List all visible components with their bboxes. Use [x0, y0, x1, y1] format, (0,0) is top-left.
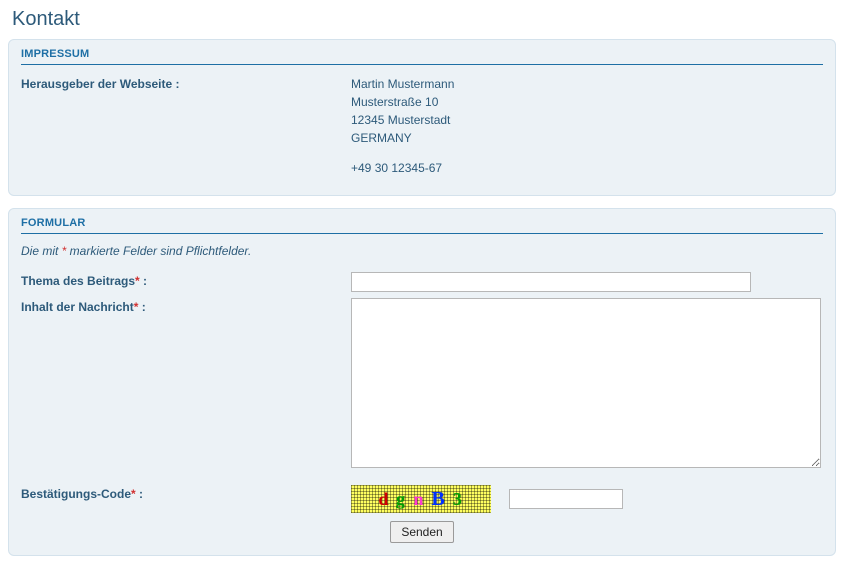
- form-header: FORMULAR: [21, 217, 823, 234]
- hint-pre: Die mit: [21, 244, 62, 258]
- impressum-panel: IMPRESSUM Herausgeber der Webseite : Mar…: [8, 39, 836, 196]
- publisher-name: Martin Mustermann: [351, 75, 823, 93]
- publisher-street: Musterstraße 10: [351, 93, 823, 111]
- captcha-colon: :: [136, 487, 143, 501]
- subject-label-text: Thema des Beitrags: [21, 274, 135, 288]
- subject-input[interactable]: [351, 272, 751, 292]
- captcha-label: Bestätigungs-Code* :: [21, 485, 351, 501]
- message-colon: :: [138, 300, 145, 314]
- publisher-country: GERMANY: [351, 129, 823, 147]
- captcha-input[interactable]: [509, 489, 623, 509]
- publisher-city: 12345 Musterstadt: [351, 111, 823, 129]
- captcha-char-4: B: [431, 488, 452, 511]
- hint-post: markierte Felder sind Pflichtfelder.: [66, 244, 251, 258]
- subject-label: Thema des Beitrags* :: [21, 272, 351, 288]
- submit-button[interactable]: Senden: [390, 521, 453, 543]
- captcha-char-2: g: [396, 488, 414, 510]
- message-label-text: Inhalt der Nachricht: [21, 300, 134, 314]
- publisher-label: Herausgeber der Webseite :: [21, 75, 351, 91]
- captcha-char-1: d: [378, 489, 396, 510]
- message-textarea[interactable]: [351, 298, 821, 468]
- captcha-char-3: n: [413, 489, 431, 510]
- message-label: Inhalt der Nachricht* :: [21, 298, 351, 314]
- captcha-image: d g n B 3: [351, 485, 491, 513]
- impressum-header: IMPRESSUM: [21, 48, 823, 65]
- form-panel: FORMULAR Die mit * markierte Felder sind…: [8, 208, 836, 556]
- publisher-phone: +49 30 12345-67: [351, 159, 823, 177]
- publisher-address: Martin Mustermann Musterstraße 10 12345 …: [351, 75, 823, 177]
- captcha-char-5: 3: [453, 489, 470, 510]
- required-hint: Die mit * markierte Felder sind Pflichtf…: [21, 244, 823, 258]
- captcha-label-text: Bestätigungs-Code: [21, 487, 131, 501]
- subject-colon: :: [140, 274, 147, 288]
- page-title: Kontakt: [12, 8, 836, 31]
